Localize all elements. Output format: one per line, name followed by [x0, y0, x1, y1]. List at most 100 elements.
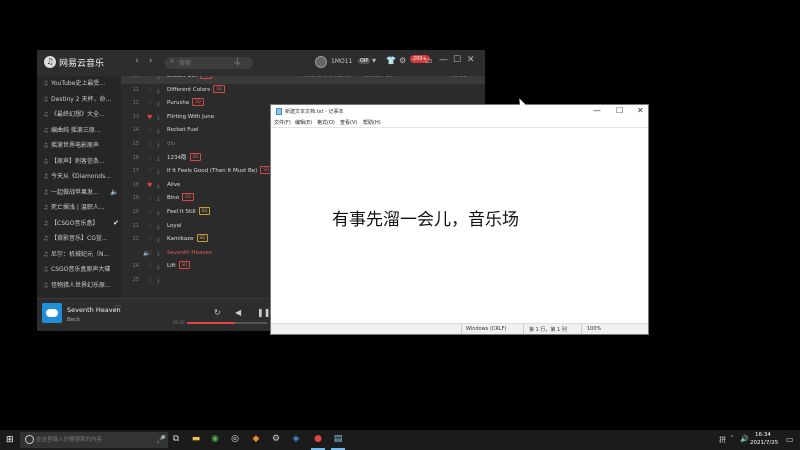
now-playing-artist[interactable]: Beck	[67, 317, 80, 323]
document-text[interactable]: 有事先溜一会儿，音乐场	[332, 205, 519, 230]
notepad-taskbar-icon[interactable]: ▤	[332, 433, 344, 445]
like-heart-icon[interactable]: ♡	[147, 233, 152, 247]
download-icon[interactable]: ⤓	[157, 138, 160, 152]
chevron-up-icon[interactable]: ˄	[730, 435, 734, 443]
song-title[interactable]: Feel It Still SQ	[167, 206, 211, 220]
song-title[interactable]: Different Colors SQ	[167, 84, 225, 98]
song-title[interactable]: Dream GirlSQ	[167, 76, 212, 84]
voice-search-icon[interactable]: ⏚	[233, 55, 242, 68]
download-icon[interactable]: ⤓	[157, 97, 160, 111]
progress-bar[interactable]	[187, 322, 267, 324]
taskbar-search[interactable]: 🎤	[20, 432, 168, 448]
download-icon[interactable]: ⤓	[157, 124, 160, 138]
album-cover[interactable]	[42, 303, 62, 323]
song-title[interactable]: Purusha SQ	[167, 97, 204, 111]
playlist-item[interactable]: ♫ CSGO音乐盒原声大碟	[37, 262, 121, 278]
text-editor[interactable]: 有事先溜一会儿，音乐场	[271, 127, 648, 325]
like-icon[interactable]: ♡	[114, 304, 121, 313]
speaker-icon[interactable]: 🔊	[740, 435, 749, 443]
like-heart-icon[interactable]: ♥	[147, 111, 152, 125]
like-heart-icon[interactable]: ♡	[147, 260, 152, 274]
menu-format[interactable]: 格式(O)	[317, 119, 335, 126]
download-icon[interactable]: ⤓	[157, 152, 160, 166]
repeat-icon[interactable]: ↻	[214, 308, 221, 317]
like-heart-icon[interactable]: ♡	[147, 76, 152, 84]
maximize-button[interactable]: ☐	[453, 55, 461, 65]
maximize-button[interactable]: ☐	[616, 106, 623, 115]
notepad-titlebar[interactable]: 新建文本文档.txt - 记事本 — ☐ ✕	[271, 105, 648, 118]
like-heart-icon[interactable]: ♡	[147, 97, 152, 111]
like-heart-icon[interactable]: ♡	[147, 274, 152, 288]
song-title[interactable]: Lift SQ	[167, 260, 191, 274]
now-playing-title[interactable]: Seventh Heaven	[67, 306, 121, 314]
avatar[interactable]	[315, 56, 327, 68]
download-icon[interactable]: ⤓	[157, 247, 160, 261]
forward-button[interactable]: ›	[149, 56, 153, 66]
gear-icon[interactable]: ⚙	[399, 56, 406, 65]
skin-icon[interactable]: 👕	[386, 56, 396, 65]
ime-label[interactable]: 拼	[719, 435, 726, 445]
clock-date[interactable]: 2021/7/25	[750, 440, 778, 446]
song-title[interactable]: 1234隐 SQ	[167, 152, 202, 166]
playlist-item[interactable]: ♫ 【背影音乐】CG宣...	[37, 231, 121, 247]
song-artist[interactable]: Anna of the North	[301, 76, 350, 84]
song-album[interactable]: Dream Girl	[365, 76, 395, 84]
previous-icon[interactable]: ◀	[235, 308, 241, 317]
netease-music-icon[interactable]: ●	[312, 433, 324, 445]
clock-time[interactable]: 16:34	[755, 432, 771, 438]
playlist-item[interactable]: ♫ 尼尔：机械纪元（N...	[37, 247, 121, 263]
vscode-icon[interactable]: ◈	[290, 433, 302, 445]
playlist-item[interactable]: ♫ 摇滚世界电影原声	[37, 138, 121, 154]
download-icon[interactable]: ⤓	[157, 260, 160, 274]
download-icon[interactable]: ⤓	[157, 111, 160, 125]
task-view-icon[interactable]: ⧉	[170, 433, 182, 445]
playlist-item[interactable]: ♫ Destiny 2 天杯，命...	[37, 92, 121, 108]
menu-help[interactable]: 帮助(H)	[363, 119, 381, 126]
song-title[interactable]: Flirting With June	[167, 111, 214, 125]
file-explorer-icon[interactable]: ▬	[190, 433, 202, 445]
like-heart-icon[interactable]: ♡	[147, 152, 152, 166]
song-title[interactable]: Rocket Fuel	[167, 124, 199, 138]
like-heart-icon[interactable]: ♡	[147, 192, 152, 206]
microphone-icon[interactable]: 🎤	[156, 435, 166, 444]
download-icon[interactable]: ⤓	[157, 233, 160, 247]
close-button[interactable]: ✕	[467, 55, 475, 65]
mini-mode-icon[interactable]: ▭	[425, 56, 433, 65]
song-title[interactable]: Loyal	[167, 220, 182, 234]
playlist-item[interactable]: ♫ 《最终幻想》大全...	[37, 107, 121, 123]
menu-view[interactable]: 查看(V)	[340, 119, 357, 126]
sublime-icon[interactable]: ◆	[250, 433, 262, 445]
minimize-button[interactable]: —	[439, 55, 448, 65]
download-icon[interactable]: ⤓	[157, 220, 160, 234]
playlist-item[interactable]: ♫ 怪物猎人世界幻乐原...	[37, 278, 121, 294]
playlist-item[interactable]: ♫ 【CSGO音乐盒】 ✔	[37, 216, 121, 232]
menu-edit[interactable]: 编辑(E)	[295, 119, 312, 126]
song-title[interactable]: div	[167, 138, 175, 152]
steam-icon[interactable]: ⚙	[270, 433, 282, 445]
like-heart-icon[interactable]: ♡	[147, 247, 152, 261]
start-button[interactable]: ⊞	[6, 435, 14, 445]
github-icon[interactable]: ◎	[229, 433, 241, 445]
like-heart-icon[interactable]: ♥	[147, 179, 152, 193]
playlist-item[interactable]: ♫ 死亡搁浅 | 温职人...	[37, 200, 121, 216]
song-title[interactable]: Kamikaze SQ	[167, 233, 209, 247]
playlist-item[interactable]: ♫ 【原声】刺客信条...	[37, 154, 121, 170]
song-title[interactable]: Bino SQ	[167, 192, 194, 206]
like-heart-icon[interactable]: ♡	[147, 84, 152, 98]
vip-badge[interactable]: OIP	[358, 58, 371, 64]
like-heart-icon[interactable]: ♡	[147, 220, 152, 234]
download-icon[interactable]: ⤓	[157, 179, 160, 193]
playlist-item[interactable]: ♫ 编曲纯 摇滚三原...	[37, 123, 121, 139]
taskbar-search-input[interactable]	[36, 433, 156, 447]
close-button[interactable]: ✕	[637, 106, 644, 115]
table-row[interactable]: 10♡⤓Dream GirlSQAnna of the NorthDream G…	[121, 76, 485, 84]
pause-icon[interactable]: ❚❚	[257, 308, 270, 317]
download-icon[interactable]: ⤓	[157, 206, 160, 220]
username[interactable]: 1MO11	[331, 58, 352, 65]
playlist-item[interactable]: ♫ YouTube史上最受...	[37, 76, 121, 92]
song-title[interactable]: Seventh Heaven	[167, 247, 212, 261]
chrome-icon[interactable]: ◉	[209, 433, 221, 445]
like-heart-icon[interactable]: ♡	[147, 138, 152, 152]
chevron-down-icon[interactable]: ▾	[372, 56, 376, 65]
minimize-button[interactable]: —	[593, 106, 601, 115]
